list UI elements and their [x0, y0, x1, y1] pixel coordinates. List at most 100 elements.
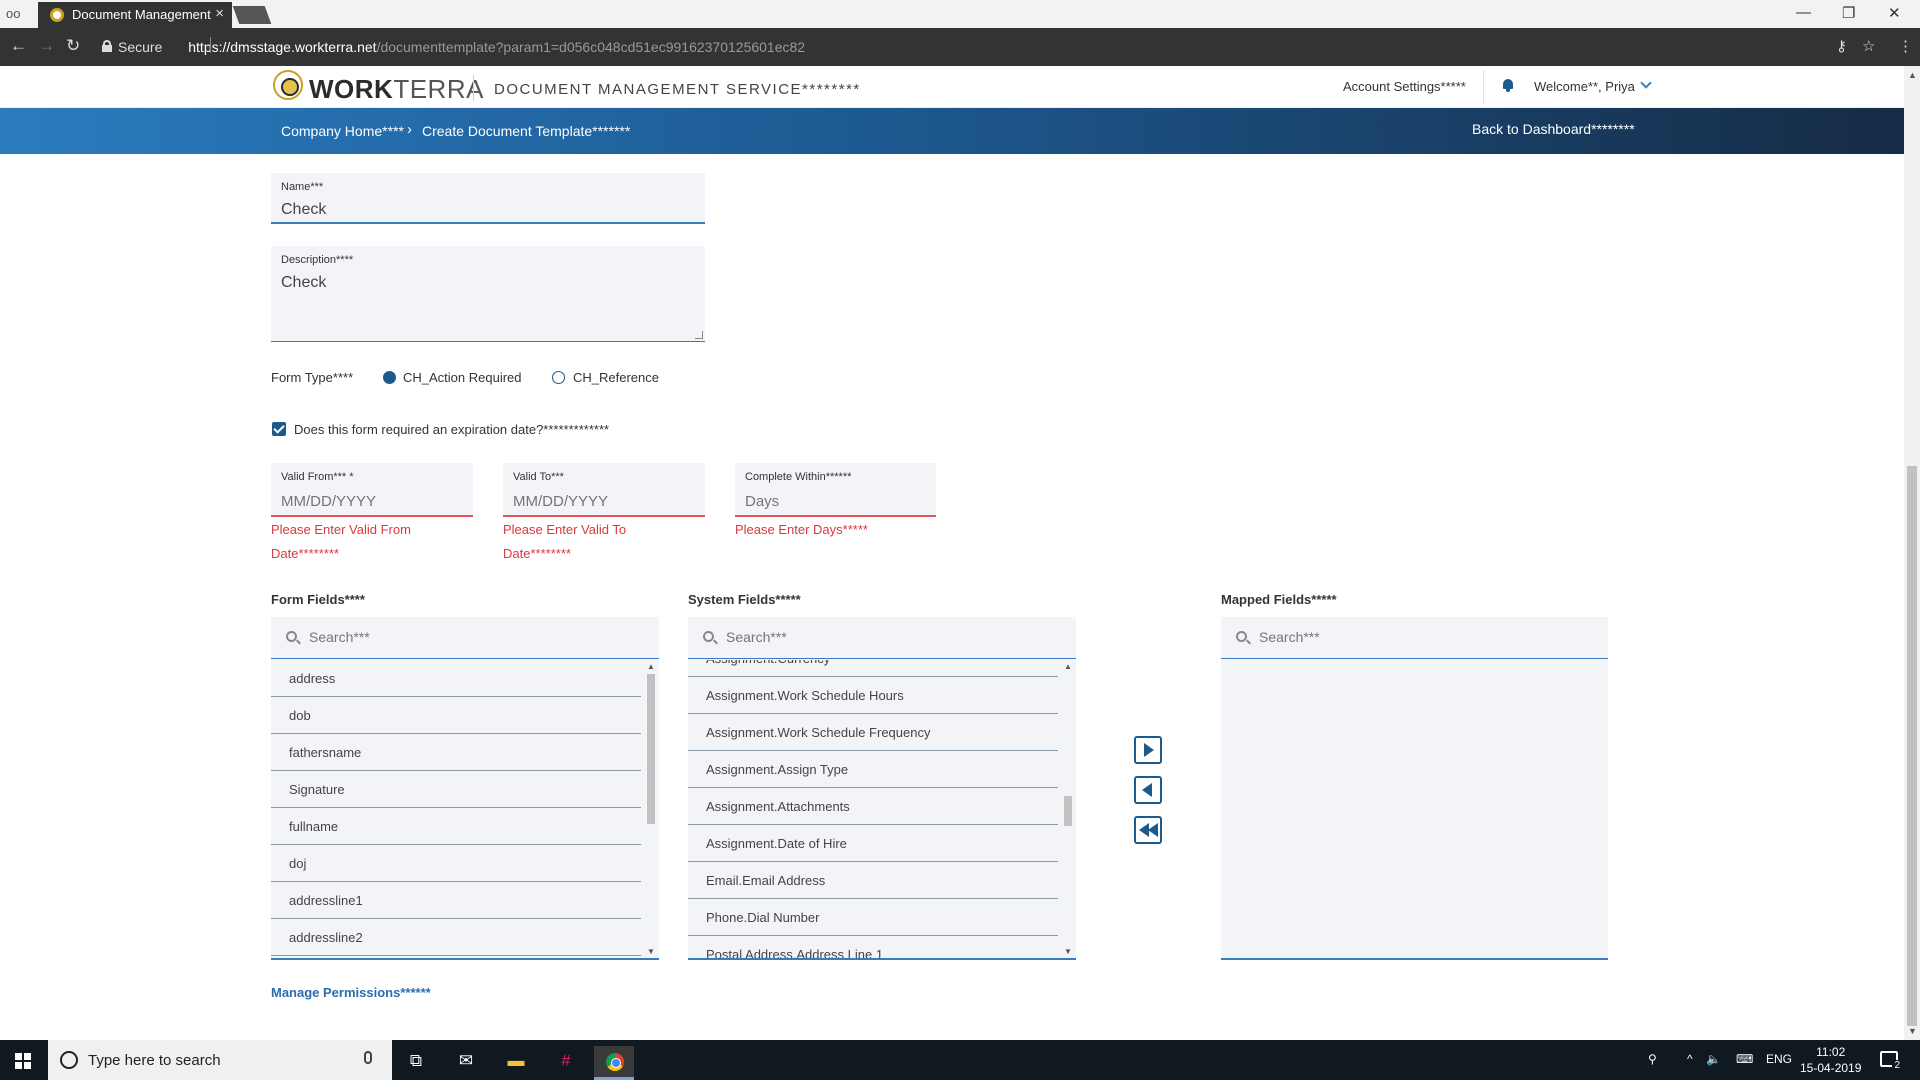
notifications-icon[interactable]: 2 [1880, 1051, 1902, 1071]
radio-action-required[interactable] [383, 371, 396, 384]
scroll-up-icon[interactable]: ▲ [1908, 70, 1917, 80]
mail-icon[interactable]: ✉ [446, 1046, 486, 1080]
url-host: https://dmsstage.workterra.net [188, 39, 377, 55]
breadcrumb-home[interactable]: Company Home**** [281, 123, 404, 139]
tray-chevron-icon[interactable]: ^ [1687, 1052, 1693, 1066]
list-item[interactable]: fathersname [271, 734, 641, 771]
page-scrollbar[interactable]: ▲ ▼ [1904, 66, 1920, 1040]
list-item[interactable]: Email.Email Address [688, 862, 1058, 899]
list-item[interactable]: addressline1 [271, 882, 641, 919]
list-item[interactable]: addressline2 [271, 919, 641, 956]
people-icon[interactable]: ⚲ [1648, 1052, 1657, 1066]
bell-icon[interactable] [1502, 79, 1514, 92]
complete-within-input[interactable] [745, 493, 925, 510]
scroll-thumb[interactable] [647, 674, 655, 824]
list-item[interactable]: Assignment.Date of Hire [688, 825, 1058, 862]
clock[interactable]: 11:02 15-04-2019 [1800, 1044, 1861, 1076]
forward-icon[interactable]: → [38, 36, 55, 56]
list-item[interactable]: Signature [271, 771, 641, 808]
system-fields-search-input[interactable] [726, 629, 1026, 645]
mapped-fields-title: Mapped Fields***** [1221, 592, 1337, 607]
move-right-button[interactable] [1134, 736, 1162, 764]
system-fields-title: System Fields***** [688, 592, 801, 607]
name-input[interactable] [281, 201, 681, 219]
list-item[interactable]: doj [271, 845, 641, 882]
scroll-down-icon[interactable]: ▼ [647, 947, 655, 956]
url-path: /documenttemplate?param1=d056c048cd51ec9… [376, 39, 806, 55]
bookmark-star-icon[interactable]: ☆ [1862, 37, 1875, 55]
list-item[interactable]: Assignment.Attachments [688, 788, 1058, 825]
browser-tab[interactable]: Document Management × [38, 2, 232, 28]
reload-icon[interactable]: ↻ [66, 36, 80, 56]
scroll-down-icon[interactable]: ▼ [1908, 1026, 1917, 1036]
move-all-left-button[interactable] [1134, 816, 1162, 844]
valid-to-field: Valid To*** [503, 463, 705, 517]
list-item[interactable]: dob [271, 697, 641, 734]
scroll-up-icon[interactable]: ▲ [1064, 662, 1072, 671]
list-item[interactable]: Assignment.Currency [688, 660, 1058, 677]
task-view-icon[interactable]: ⧉ [396, 1046, 436, 1080]
list-item[interactable]: Phone.Dial Number [688, 899, 1058, 936]
scroll-up-icon[interactable]: ▲ [647, 662, 655, 671]
chrome-taskbar-icon[interactable] [594, 1046, 634, 1080]
radio-action-required-label[interactable]: CH_Action Required [403, 370, 522, 385]
mapped-fields-search [1221, 617, 1608, 659]
list-item[interactable]: Assignment.Work Schedule Hours [688, 677, 1058, 714]
back-icon[interactable]: ← [10, 36, 27, 56]
app-name: DOCUMENT MANAGEMENT SERVICE******** [494, 81, 861, 98]
expiration-checkbox[interactable] [272, 422, 286, 436]
list-item[interactable]: address [271, 660, 641, 697]
description-textarea[interactable]: Check [281, 274, 681, 292]
volume-icon[interactable]: 🔈 [1706, 1052, 1721, 1066]
search-icon [1236, 631, 1247, 642]
microphone-icon[interactable] [364, 1051, 372, 1064]
scroll-thumb[interactable] [1064, 796, 1072, 826]
secure-label: Secure [118, 39, 163, 55]
list-item[interactable]: Assignment.Work Schedule Frequency [688, 714, 1058, 751]
menu-dots-icon[interactable]: ⋮ [1898, 37, 1913, 55]
list-item[interactable]: fullname [271, 808, 641, 845]
form-fields-scrollbar[interactable]: ▲ ▼ [644, 660, 658, 958]
list-item[interactable]: Assignment.Assign Type [688, 751, 1058, 788]
file-explorer-icon[interactable]: ▬ [496, 1046, 536, 1080]
keyboard-icon[interactable]: ⌨ [1736, 1052, 1753, 1066]
language-indicator[interactable]: ENG [1766, 1052, 1792, 1066]
account-settings-link[interactable]: Account Settings***** [1343, 79, 1466, 94]
breadcrumb-bar: Company Home**** › Create Document Templ… [0, 108, 1904, 154]
mapped-fields-search-input[interactable] [1259, 629, 1559, 645]
tab-close-icon[interactable]: × [215, 5, 224, 22]
move-left-button[interactable] [1134, 776, 1162, 804]
restore-icon[interactable]: ❐ [1842, 4, 1855, 22]
browser-toolbar: ← → ↻ Secure https://dmsstage.workterra.… [0, 28, 1920, 66]
scroll-down-icon[interactable]: ▼ [1064, 947, 1072, 956]
form-fields-search-input[interactable] [309, 629, 609, 645]
slack-icon[interactable]: # [546, 1046, 586, 1080]
system-fields-scrollbar[interactable]: ▲ ▼ [1061, 660, 1075, 958]
welcome-user[interactable]: Welcome**, Priya [1534, 79, 1635, 94]
form-fields-list: address dob fathersname Signature fullna… [271, 660, 643, 958]
url-bar[interactable]: Secure https://dmsstage.workterra.net/do… [98, 33, 1828, 61]
taskbar-search-placeholder: Type here to search [88, 1052, 221, 1069]
valid-from-input[interactable] [281, 493, 461, 510]
list-item[interactable]: Postal Address.Address Line 1 [688, 936, 1058, 958]
taskbar-search[interactable]: Type here to search [48, 1040, 392, 1080]
name-label: Name*** [281, 181, 324, 193]
close-window-icon[interactable]: ✕ [1888, 4, 1901, 22]
brand-logo[interactable]: WORKTERRA [309, 74, 484, 105]
expiration-label[interactable]: Does this form required an expiration da… [294, 422, 609, 437]
manage-permissions-link[interactable]: Manage Permissions****** [271, 985, 431, 1000]
radio-reference[interactable] [552, 371, 565, 384]
chevron-down-icon[interactable] [1640, 77, 1652, 89]
new-tab-button[interactable] [232, 6, 272, 24]
back-to-dashboard-link[interactable]: Back to Dashboard******** [1472, 121, 1635, 137]
windows-start-icon[interactable] [15, 1053, 31, 1069]
minimize-icon[interactable]: — [1796, 4, 1811, 21]
key-icon[interactable]: ⚷ [1836, 37, 1847, 55]
valid-to-label: Valid To*** [513, 471, 564, 483]
browser-tabstrip: oo Document Management × — ❐ ✕ [0, 0, 1920, 28]
radio-reference-label[interactable]: CH_Reference [573, 370, 659, 385]
scroll-thumb[interactable] [1907, 466, 1917, 1026]
resize-grip-icon[interactable] [695, 331, 703, 339]
play-left-icon [1142, 783, 1152, 797]
valid-to-input[interactable] [513, 493, 693, 510]
